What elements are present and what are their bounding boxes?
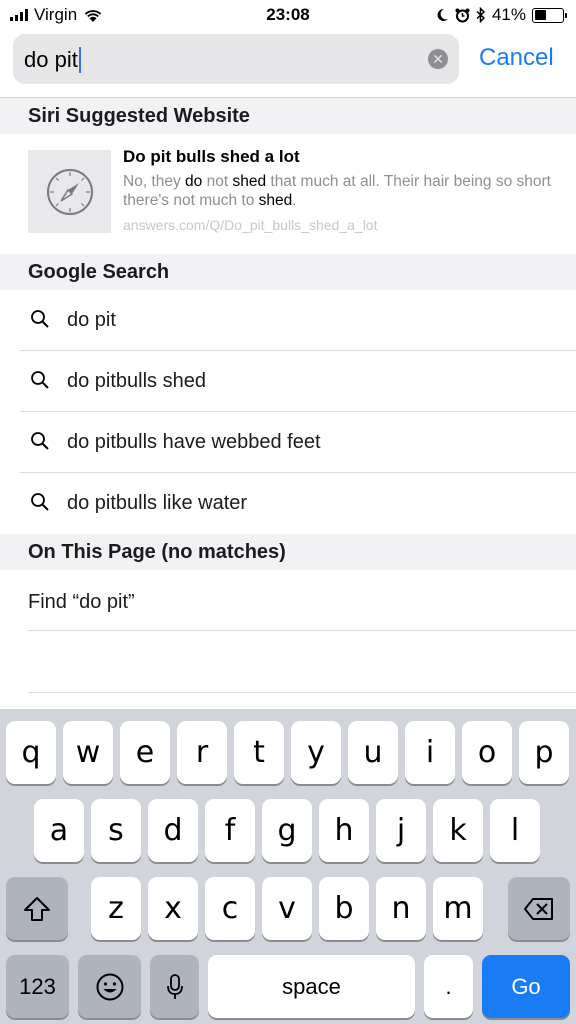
- key-w[interactable]: w: [63, 721, 113, 784]
- safari-compass-icon: [28, 150, 111, 233]
- search-text[interactable]: do pit: [24, 47, 81, 73]
- key-s[interactable]: s: [91, 799, 141, 862]
- key-d[interactable]: d: [148, 799, 198, 862]
- suggestion-text: do pitbulls have webbed feet: [67, 431, 321, 453]
- emoji-icon: [96, 973, 123, 1000]
- search-query: do pit: [24, 47, 78, 72]
- period-key[interactable]: .: [424, 955, 473, 1018]
- key-f[interactable]: f: [205, 799, 255, 862]
- battery-fill: [534, 10, 546, 20]
- section-header-siri: Siri Suggested Website: [0, 98, 576, 134]
- key-x[interactable]: x: [148, 877, 198, 940]
- backspace-key[interactable]: [508, 877, 570, 940]
- section-header-on-this-page: On This Page (no matches): [0, 534, 576, 570]
- siri-suggested-website[interactable]: Do pit bulls shed a lot No, they do not …: [0, 134, 576, 254]
- key-p[interactable]: p: [519, 721, 569, 784]
- space-key[interactable]: space: [208, 955, 415, 1018]
- section-header-google: Google Search: [0, 254, 576, 290]
- search-icon: [31, 371, 49, 389]
- key-z[interactable]: z: [91, 877, 141, 940]
- desc-text: .: [292, 192, 297, 209]
- key-h[interactable]: h: [319, 799, 369, 862]
- bluetooth-icon: [476, 7, 486, 23]
- key-u[interactable]: u: [348, 721, 398, 784]
- key-i[interactable]: i: [405, 721, 455, 784]
- shift-icon: [24, 896, 50, 921]
- google-suggestion[interactable]: do pitbulls have webbed feet: [0, 412, 576, 473]
- key-b[interactable]: b: [319, 877, 369, 940]
- cancel-button[interactable]: Cancel: [479, 44, 554, 72]
- row-divider: [28, 692, 576, 693]
- emoji-key[interactable]: [78, 955, 141, 1018]
- row-divider: [28, 630, 576, 631]
- numbers-key[interactable]: 123: [6, 955, 69, 1018]
- search-icon: [31, 432, 49, 450]
- website-description: No, they do not shed that much at all. T…: [123, 172, 553, 210]
- keyboard: q w e r t y u i o p a s d f g h j k l z …: [0, 709, 576, 1024]
- clear-icon[interactable]: ✕: [428, 49, 448, 69]
- key-o[interactable]: o: [462, 721, 512, 784]
- key-l[interactable]: l: [490, 799, 540, 862]
- key-g[interactable]: g: [262, 799, 312, 862]
- moon-icon: [437, 8, 448, 21]
- go-button[interactable]: Go: [482, 955, 570, 1018]
- battery-icon: [532, 7, 567, 23]
- desc-text: not: [202, 173, 233, 190]
- google-suggestion[interactable]: do pitbulls shed: [0, 351, 576, 412]
- desc-highlight: do: [185, 173, 203, 190]
- search-icon: [31, 493, 49, 511]
- key-m[interactable]: m: [433, 877, 483, 940]
- key-e[interactable]: e: [120, 721, 170, 784]
- suggestion-text: do pitbulls like water: [67, 492, 248, 514]
- key-n[interactable]: n: [376, 877, 426, 940]
- key-c[interactable]: c: [205, 877, 255, 940]
- desc-highlight: shed: [258, 192, 293, 209]
- key-q[interactable]: q: [6, 721, 56, 784]
- suggestion-text: do pitbulls shed: [67, 370, 206, 392]
- google-suggestion[interactable]: do pit: [0, 290, 576, 351]
- suggestion-text: do pit: [67, 309, 116, 331]
- backspace-icon: [524, 897, 553, 920]
- search-bar: do pit ✕ Cancel: [0, 32, 576, 96]
- shift-key[interactable]: [6, 877, 68, 940]
- key-j[interactable]: j: [376, 799, 426, 862]
- search-icon: [31, 310, 49, 328]
- desc-text: No, they: [123, 173, 186, 190]
- website-title: Do pit bulls shed a lot: [123, 147, 300, 166]
- search-input[interactable]: do pit ✕: [13, 34, 459, 84]
- status-right: 41%: [436, 5, 567, 25]
- text-caret: [78, 47, 81, 73]
- key-a[interactable]: a: [34, 799, 84, 862]
- key-k[interactable]: k: [433, 799, 483, 862]
- find-on-page-label: Find “do pit”: [28, 591, 135, 613]
- key-r[interactable]: r: [177, 721, 227, 784]
- desc-highlight: shed: [232, 173, 267, 190]
- status-bar: Virgin 23:08 41%: [0, 0, 576, 30]
- website-url: answers.com/Q/Do_pit_bulls_shed_a_lot: [123, 217, 378, 233]
- key-t[interactable]: t: [234, 721, 284, 784]
- google-suggestion[interactable]: do pitbulls like water: [0, 473, 576, 534]
- battery-percent: 41%: [491, 5, 526, 24]
- alarm-icon: [455, 8, 470, 22]
- key-y[interactable]: y: [291, 721, 341, 784]
- dictation-key[interactable]: [150, 955, 199, 1018]
- key-v[interactable]: v: [262, 877, 312, 940]
- microphone-icon: [166, 973, 183, 999]
- find-on-page-row[interactable]: Find “do pit”: [0, 570, 576, 631]
